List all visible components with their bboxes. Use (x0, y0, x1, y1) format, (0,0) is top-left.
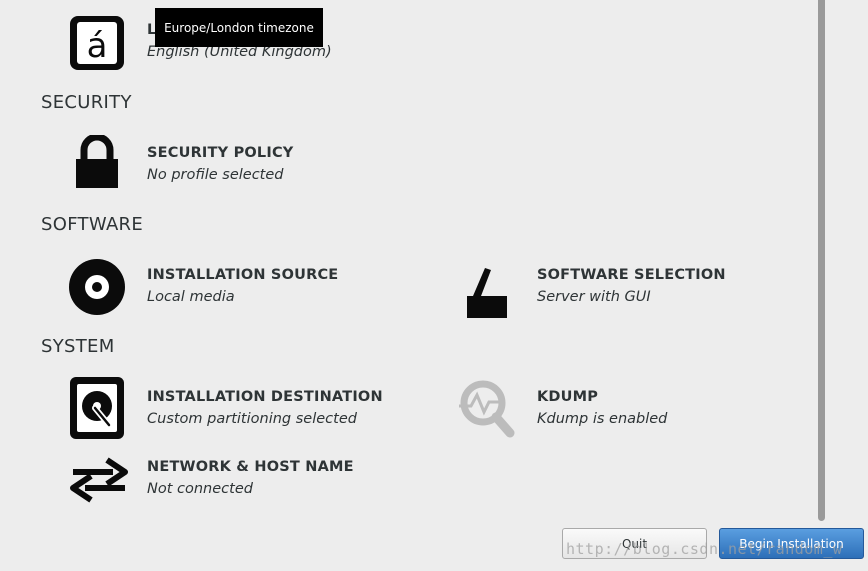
kdump-magnifier-icon (457, 378, 517, 438)
spoke-status: Custom partitioning selected (147, 411, 357, 427)
spoke-network-hostname[interactable]: NETWORK & HOST NAME Not connected (67, 449, 397, 509)
spoke-title: KDUMP (537, 389, 599, 405)
spoke-status: Kdump is enabled (537, 411, 668, 427)
spoke-security-policy[interactable]: SECURITY POLICY No profile selected (67, 135, 367, 191)
spoke-title: INSTALLATION SOURCE (147, 267, 339, 283)
section-security-heading: SECURITY (41, 92, 132, 113)
spoke-title: NETWORK & HOST NAME (147, 459, 354, 475)
spoke-title: SECURITY POLICY (147, 145, 294, 161)
hard-disk-icon (67, 375, 127, 441)
svg-text:á: á (87, 26, 108, 66)
timezone-tooltip: Europe/London timezone (155, 8, 323, 47)
spoke-installation-source[interactable]: INSTALLATION SOURCE Local media (67, 257, 397, 317)
spoke-status: Server with GUI (537, 289, 651, 305)
spoke-kdump[interactable]: KDUMP Kdump is enabled (457, 378, 757, 438)
spoke-title: SOFTWARE SELECTION (537, 267, 726, 283)
spoke-status: Not connected (147, 481, 253, 497)
package-icon (457, 265, 517, 321)
section-software-heading: SOFTWARE (41, 214, 144, 235)
spoke-software-selection[interactable]: SOFTWARE SELECTION Server with GUI (457, 265, 787, 321)
network-arrows-icon (67, 449, 131, 509)
spoke-installation-destination[interactable]: INSTALLATION DESTINATION Custom partitio… (67, 375, 397, 441)
spoke-status: No profile selected (147, 167, 284, 183)
disc-icon (67, 257, 127, 317)
spoke-status: Local media (147, 289, 235, 305)
watermark: http://blog.csdn.net/random_w (566, 540, 843, 558)
spoke-title: INSTALLATION DESTINATION (147, 389, 383, 405)
section-system-heading: SYSTEM (41, 336, 115, 357)
scrollbar-thumb[interactable] (818, 0, 825, 521)
lock-icon (67, 135, 127, 191)
language-icon: á (67, 13, 127, 73)
